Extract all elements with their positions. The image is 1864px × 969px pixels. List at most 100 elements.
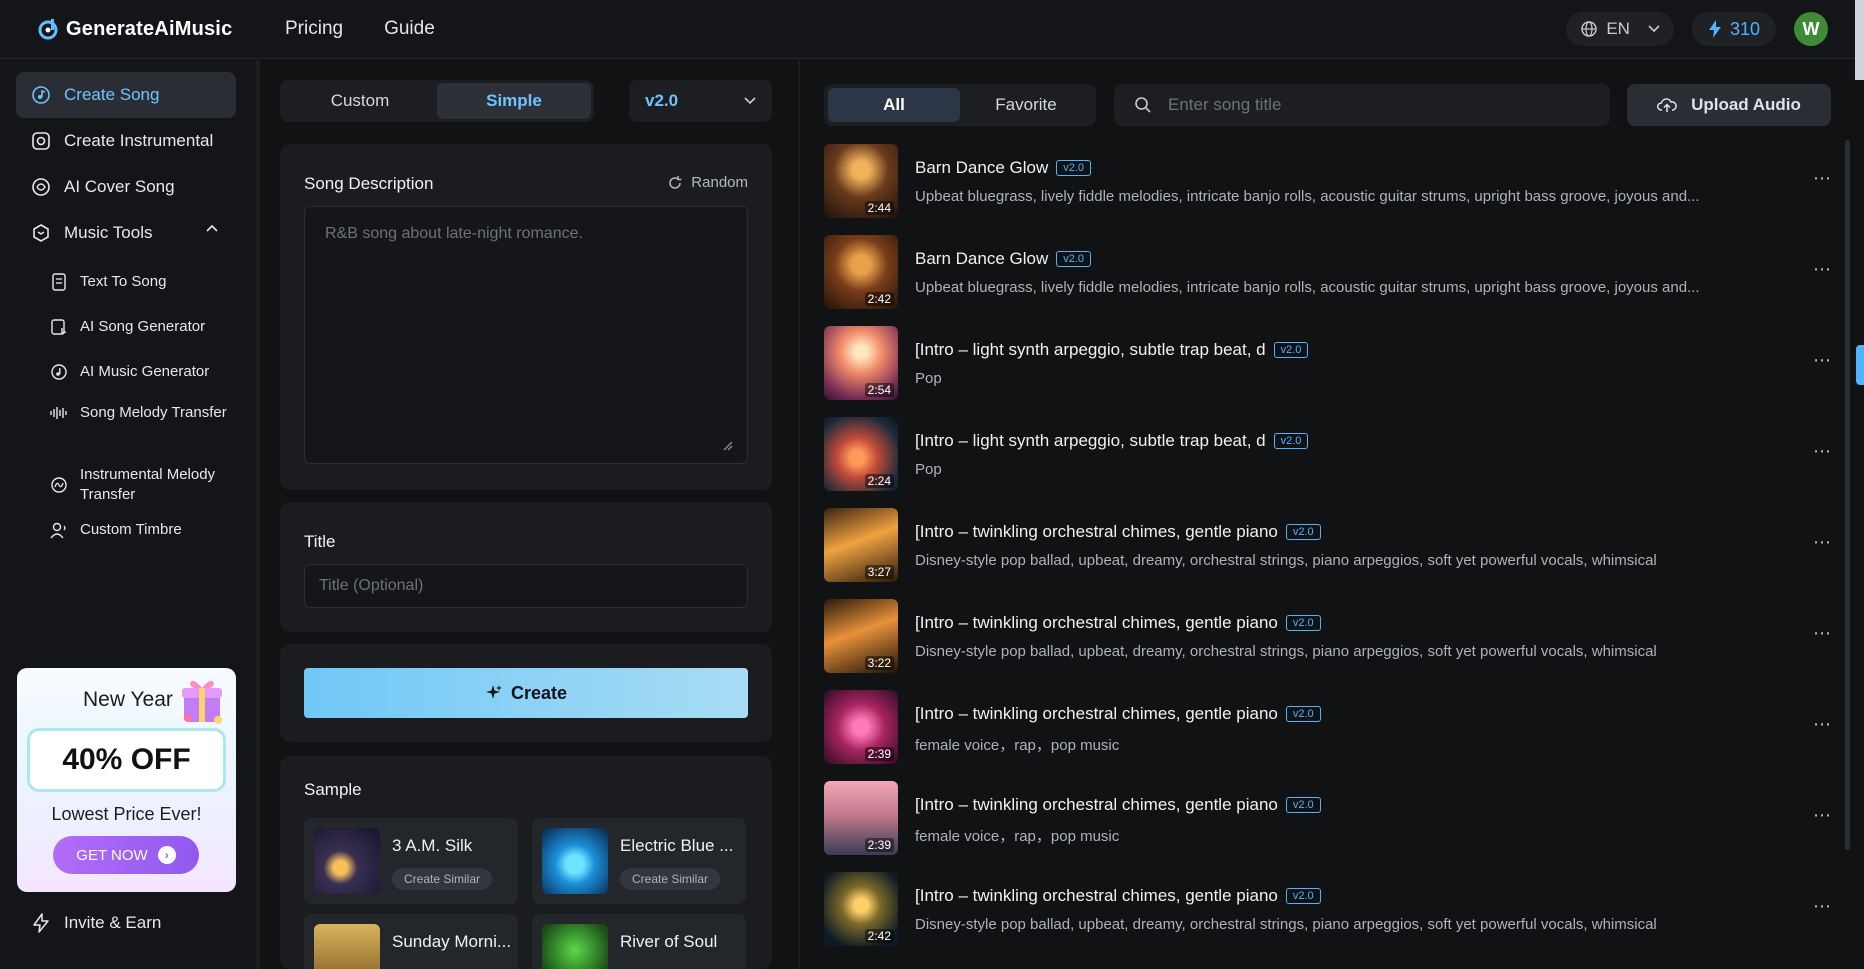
library-tabs: All Favorite (824, 84, 1096, 126)
sidebar-subitem-label: Text To Song (80, 273, 167, 290)
song-cover-image[interactable]: 2:54 (824, 326, 898, 400)
song-title[interactable]: [Intro – light synth arpeggio, subtle tr… (915, 431, 1309, 451)
more-options-icon[interactable]: ⋯ (1813, 623, 1832, 644)
song-title[interactable]: Barn Dance Glow v2.0 (915, 249, 1092, 269)
sidebar-item-music-tools[interactable]: Music Tools (16, 210, 236, 256)
sidebar-subitem-ai-song-generator[interactable]: AI Song Generator (48, 317, 238, 337)
song-duration: 2:39 (864, 747, 894, 761)
song-row[interactable]: 3:27 [Intro – twinkling orchestral chimes… (824, 508, 1831, 586)
song-title[interactable]: [Intro – twinkling orchestral chimes, ge… (915, 795, 1321, 815)
create-similar-button[interactable]: Create Similar (392, 868, 493, 890)
song-row[interactable]: 2:24 [Intro – light synth arpeggio, subtl… (824, 417, 1831, 495)
song-title[interactable]: [Intro – twinkling orchestral chimes, ge… (915, 522, 1321, 542)
song-generator-icon (48, 318, 70, 336)
song-row[interactable]: 3:22 [Intro – twinkling orchestral chimes… (824, 599, 1831, 677)
song-cover-image[interactable]: 2:44 (824, 144, 898, 218)
more-options-icon[interactable]: ⋯ (1813, 714, 1832, 735)
more-options-icon[interactable]: ⋯ (1813, 259, 1832, 280)
promo-banner[interactable]: New Year 40% OFF Lowest Price Ever! GET … (17, 668, 236, 892)
more-options-icon[interactable]: ⋯ (1813, 532, 1832, 553)
song-title[interactable]: [Intro – light synth arpeggio, subtle tr… (915, 340, 1309, 360)
sidebar-subitem-ai-music-generator[interactable]: AI Music Generator (48, 362, 238, 382)
nav-guide[interactable]: Guide (384, 18, 435, 40)
song-row[interactable]: 2:39 [Intro – twinkling orchestral chimes… (824, 781, 1831, 859)
sample-item[interactable]: Electric Blue ... Create Similar (532, 818, 746, 904)
sidebar-subitem-instrumental-melody-transfer[interactable]: Instrumental Melody Transfer (48, 465, 238, 505)
tab-simple[interactable]: Simple (437, 83, 591, 119)
version-badge: v2.0 (1273, 342, 1309, 358)
song-title[interactable]: Barn Dance Glow v2.0 (915, 158, 1092, 178)
document-icon (48, 273, 70, 291)
user-avatar[interactable]: W (1794, 12, 1828, 46)
sidebar-subitem-song-melody-transfer[interactable]: Song Melody Transfer (48, 403, 238, 423)
sidebar-subitem-label: Song Melody Transfer (80, 404, 227, 421)
sidebar-item-create-instrumental[interactable]: Create Instrumental (16, 118, 236, 164)
sample-item[interactable]: Sunday Morni... (304, 914, 518, 969)
song-cover-image[interactable]: 3:27 (824, 508, 898, 582)
sample-cover-image (542, 924, 608, 969)
upload-audio-label: Upload Audio (1691, 95, 1801, 114)
random-button[interactable]: Random (667, 174, 748, 191)
more-options-icon[interactable]: ⋯ (1813, 441, 1832, 462)
song-cover-image[interactable]: 2:42 (824, 235, 898, 309)
sidebar-subitem-custom-timbre[interactable]: Custom Timbre (48, 520, 238, 540)
chevron-down-icon (744, 97, 756, 105)
language-selector[interactable]: EN (1566, 12, 1674, 46)
version-badge: v2.0 (1285, 615, 1321, 631)
lightning-outline-icon (30, 912, 52, 934)
library-scroll-thumb[interactable] (1856, 345, 1864, 385)
chevron-up-icon[interactable] (206, 224, 218, 232)
song-row[interactable]: 2:42 [Intro – twinkling orchestral chimes… (824, 872, 1831, 950)
random-label: Random (691, 174, 748, 191)
song-cover-image[interactable]: 2:39 (824, 690, 898, 764)
sidebar-subitem-label: Instrumental Melody Transfer (80, 466, 216, 503)
create-button[interactable]: Create (304, 668, 748, 718)
promo-title: New Year (83, 688, 173, 711)
sample-item[interactable]: River of Soul (532, 914, 746, 969)
upload-audio-button[interactable]: Upload Audio (1627, 84, 1831, 126)
more-options-icon[interactable]: ⋯ (1813, 350, 1832, 371)
song-cover-image[interactable]: 2:39 (824, 781, 898, 855)
song-row[interactable]: 2:42 Barn Dance Glow v2.0 Upbeat bluegrass,… (824, 235, 1831, 313)
globe-icon (1581, 21, 1598, 37)
sample-name: River of Soul (620, 932, 718, 951)
version-select[interactable]: v2.0 (629, 80, 772, 122)
song-row[interactable]: 2:39 [Intro – twinkling orchestral chimes… (824, 690, 1831, 768)
song-title[interactable]: [Intro – twinkling orchestral chimes, ge… (915, 886, 1321, 906)
create-similar-button[interactable]: Create Similar (620, 868, 721, 890)
song-cover-image[interactable]: 2:42 (824, 872, 898, 946)
song-row[interactable]: 2:54 [Intro – light synth arpeggio, subtl… (824, 326, 1831, 404)
song-description: Upbeat bluegrass, lively fiddle melodies… (915, 188, 1700, 205)
tab-favorite[interactable]: Favorite (960, 88, 1092, 122)
song-library: All Favorite Enter song title Upload Aud… (800, 60, 1864, 969)
song-title[interactable]: [Intro – twinkling orchestral chimes, ge… (915, 704, 1321, 724)
create-card: Create (280, 644, 772, 742)
sidebar-subitem-text-to-song[interactable]: Text To Song (48, 272, 238, 292)
title-input[interactable]: Title (Optional) (304, 564, 748, 608)
tab-custom[interactable]: Custom (283, 83, 437, 119)
sidebar-item-ai-cover-song[interactable]: AI Cover Song (16, 164, 236, 210)
nav-pricing[interactable]: Pricing (285, 18, 343, 40)
sidebar-item-create-song[interactable]: Create Song (16, 72, 236, 118)
song-description-input[interactable]: R&B song about late-night romance. (304, 206, 748, 464)
resize-handle-icon[interactable] (721, 439, 733, 451)
song-cover-image[interactable]: 3:22 (824, 599, 898, 673)
sidebar-item-label: Create Instrumental (64, 131, 214, 150)
tab-all[interactable]: All (828, 88, 960, 122)
sample-item[interactable]: 3 A.M. Silk Create Similar (304, 818, 518, 904)
gift-icon (182, 680, 222, 724)
song-row[interactable]: 2:44 Barn Dance Glow v2.0 Upbeat bluegrass,… (824, 144, 1831, 222)
credits-badge[interactable]: 310 (1691, 12, 1776, 46)
version-label: v2.0 (645, 91, 679, 110)
more-options-icon[interactable]: ⋯ (1813, 896, 1832, 917)
get-now-label: GET NOW (76, 846, 148, 864)
song-cover-image[interactable]: 2:24 (824, 417, 898, 491)
song-title[interactable]: [Intro – twinkling orchestral chimes, ge… (915, 613, 1321, 633)
search-input[interactable]: Enter song title (1114, 84, 1610, 126)
library-scrollbar[interactable] (1845, 140, 1850, 850)
more-options-icon[interactable]: ⋯ (1813, 805, 1832, 826)
sidebar-item-invite-earn[interactable]: Invite & Earn (16, 900, 236, 946)
logo[interactable]: GenerateAiMusic (36, 17, 260, 41)
get-now-button[interactable]: GET NOW › (53, 836, 199, 874)
more-options-icon[interactable]: ⋯ (1813, 168, 1832, 189)
